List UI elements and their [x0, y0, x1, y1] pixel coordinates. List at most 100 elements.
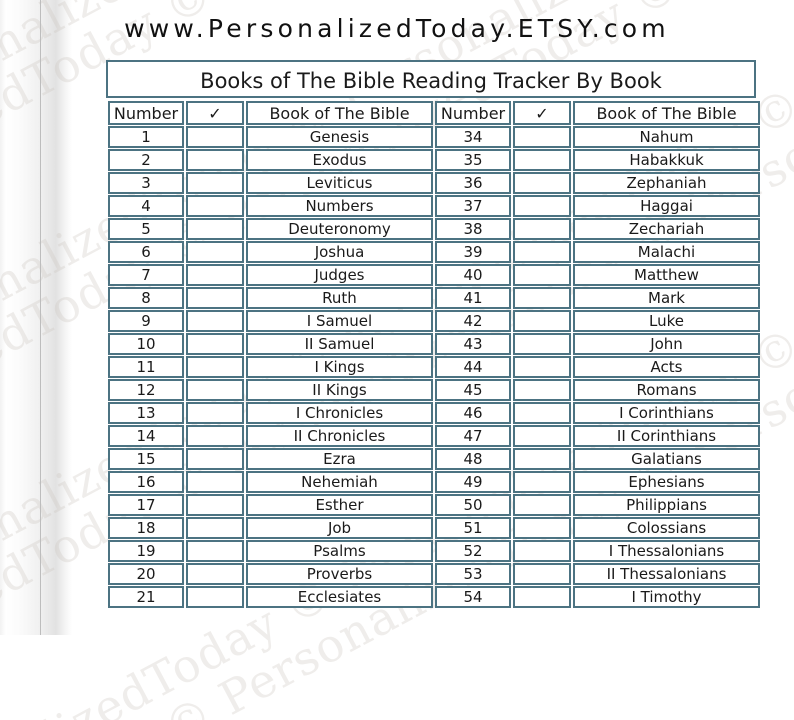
row-number-left: 15	[108, 448, 184, 470]
checkbox-cell-left[interactable]	[186, 448, 244, 470]
table-title: Books of The Bible Reading Tracker By Bo…	[106, 60, 756, 98]
row-number-right: 44	[435, 356, 511, 378]
checkbox-cell-left[interactable]	[186, 402, 244, 424]
book-name-left: II Samuel	[246, 333, 433, 355]
checkbox-cell-right[interactable]	[513, 264, 571, 286]
table-row: 6 Joshua 39 Malachi	[108, 241, 760, 263]
row-number-left: 3	[108, 172, 184, 194]
book-name-left: Psalms	[246, 540, 433, 562]
book-name-left: I Chronicles	[246, 402, 433, 424]
table-row: 9 I Samuel 42 Luke	[108, 310, 760, 332]
checkbox-cell-right[interactable]	[513, 563, 571, 585]
checkbox-cell-right[interactable]	[513, 448, 571, 470]
row-number-right: 41	[435, 287, 511, 309]
book-name-left: Job	[246, 517, 433, 539]
book-name-right: I Thessalonians	[573, 540, 760, 562]
row-number-right: 53	[435, 563, 511, 585]
checkbox-cell-right[interactable]	[513, 517, 571, 539]
row-number-right: 39	[435, 241, 511, 263]
book-name-left: Genesis	[246, 126, 433, 148]
checkbox-cell-right[interactable]	[513, 241, 571, 263]
checkbox-cell-right[interactable]	[513, 126, 571, 148]
book-name-left: Deuteronomy	[246, 218, 433, 240]
checkbox-cell-right[interactable]	[513, 195, 571, 217]
book-name-left: II Chronicles	[246, 425, 433, 447]
book-name-right: Zephaniah	[573, 172, 760, 194]
checkbox-cell-left[interactable]	[186, 563, 244, 585]
bible-reading-tracker: Books of The Bible Reading Tracker By Bo…	[106, 60, 760, 609]
row-number-right: 52	[435, 540, 511, 562]
checkbox-cell-left[interactable]	[186, 494, 244, 516]
checkbox-cell-right[interactable]	[513, 379, 571, 401]
checkbox-cell-left[interactable]	[186, 540, 244, 562]
book-name-left: I Samuel	[246, 310, 433, 332]
table-row: 19 Psalms 52 I Thessalonians	[108, 540, 760, 562]
book-name-right: Nahum	[573, 126, 760, 148]
row-number-left: 13	[108, 402, 184, 424]
checkbox-cell-left[interactable]	[186, 379, 244, 401]
row-number-left: 4	[108, 195, 184, 217]
table-row: 7 Judges 40 Matthew	[108, 264, 760, 286]
column-header-number-left: Number	[108, 101, 184, 125]
book-name-left: Ecclesiates	[246, 586, 433, 608]
checkbox-cell-left[interactable]	[186, 586, 244, 608]
row-number-right: 46	[435, 402, 511, 424]
site-url-heading: www.PersonalizedToday.ETSY.com	[124, 14, 670, 43]
checkbox-cell-left[interactable]	[186, 218, 244, 240]
checkbox-cell-left[interactable]	[186, 425, 244, 447]
checkbox-cell-left[interactable]	[186, 517, 244, 539]
column-header-number-right: Number	[435, 101, 511, 125]
book-name-right: II Corinthians	[573, 425, 760, 447]
book-name-left: Ruth	[246, 287, 433, 309]
row-number-left: 6	[108, 241, 184, 263]
table-row: 14 II Chronicles 47 II Corinthians	[108, 425, 760, 447]
book-name-left: Nehemiah	[246, 471, 433, 493]
row-number-left: 11	[108, 356, 184, 378]
checkbox-cell-left[interactable]	[186, 356, 244, 378]
checkbox-cell-left[interactable]	[186, 172, 244, 194]
table-row: 3 Leviticus 36 Zephaniah	[108, 172, 760, 194]
row-number-left: 5	[108, 218, 184, 240]
checkbox-cell-right[interactable]	[513, 172, 571, 194]
checkbox-cell-right[interactable]	[513, 287, 571, 309]
book-name-left: Ezra	[246, 448, 433, 470]
table-row: 5 Deuteronomy 38 Zechariah	[108, 218, 760, 240]
column-header-book-right: Book of The Bible	[573, 101, 760, 125]
book-name-right: Philippians	[573, 494, 760, 516]
checkbox-cell-right[interactable]	[513, 218, 571, 240]
checkbox-cell-right[interactable]	[513, 310, 571, 332]
book-name-right: I Timothy	[573, 586, 760, 608]
checkbox-cell-right[interactable]	[513, 540, 571, 562]
row-number-left: 19	[108, 540, 184, 562]
checkbox-cell-right[interactable]	[513, 586, 571, 608]
table-row: 1 Genesis 34 Nahum	[108, 126, 760, 148]
checkbox-cell-left[interactable]	[186, 287, 244, 309]
row-number-right: 40	[435, 264, 511, 286]
book-name-right: Ephesians	[573, 471, 760, 493]
row-number-right: 49	[435, 471, 511, 493]
checkbox-cell-left[interactable]	[186, 333, 244, 355]
checkbox-cell-right[interactable]	[513, 402, 571, 424]
check-icon-header-left: ✓	[186, 101, 244, 125]
row-number-right: 50	[435, 494, 511, 516]
row-number-right: 48	[435, 448, 511, 470]
checkbox-cell-left[interactable]	[186, 264, 244, 286]
checkbox-cell-right[interactable]	[513, 149, 571, 171]
book-name-left: II Kings	[246, 379, 433, 401]
checkbox-cell-left[interactable]	[186, 310, 244, 332]
book-name-left: Proverbs	[246, 563, 433, 585]
row-number-left: 9	[108, 310, 184, 332]
checkbox-cell-left[interactable]	[186, 126, 244, 148]
checkbox-cell-left[interactable]	[186, 241, 244, 263]
checkbox-cell-right[interactable]	[513, 333, 571, 355]
checkbox-cell-left[interactable]	[186, 195, 244, 217]
table-row: 17 Esther 50 Philippians	[108, 494, 760, 516]
checkbox-cell-left[interactable]	[186, 149, 244, 171]
checkbox-cell-right[interactable]	[513, 425, 571, 447]
checkbox-cell-left[interactable]	[186, 471, 244, 493]
row-number-right: 36	[435, 172, 511, 194]
checkbox-cell-right[interactable]	[513, 356, 571, 378]
tracker-grid: Number ✓ Book of The Bible Number ✓ Book…	[106, 100, 762, 609]
checkbox-cell-right[interactable]	[513, 471, 571, 493]
checkbox-cell-right[interactable]	[513, 494, 571, 516]
